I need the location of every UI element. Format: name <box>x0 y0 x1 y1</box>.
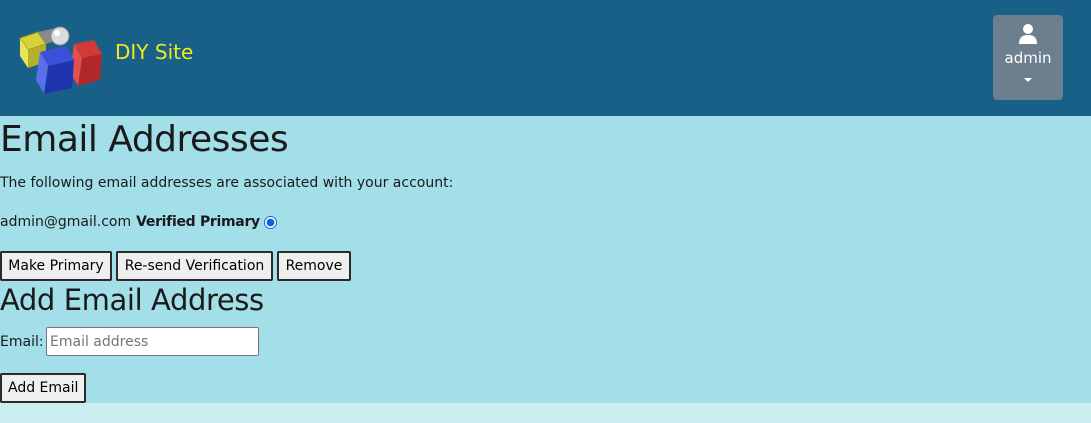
intro-text: The following email addresses are associ… <box>0 175 454 191</box>
page-title: Email Addresses <box>0 119 289 160</box>
navbar: DIY Site admin <box>0 0 1091 116</box>
email-list-item: admin@gmail.com Verified Primary <box>0 213 277 231</box>
user-icon <box>1019 24 1037 44</box>
add-email-button[interactable]: Add Email <box>0 373 86 403</box>
email-field-label: Email: <box>0 334 44 350</box>
email-select-radio[interactable] <box>263 215 277 229</box>
site-name[interactable]: DIY Site <box>115 40 193 64</box>
resend-verification-button[interactable]: Re-send Verification <box>116 251 273 281</box>
user-menu-button[interactable]: admin <box>993 15 1063 100</box>
cubes-logo-icon[interactable] <box>16 24 106 96</box>
make-primary-button[interactable]: Make Primary <box>0 251 112 281</box>
add-email-heading: Add Email Address <box>0 283 264 317</box>
email-input[interactable] <box>46 327 259 356</box>
caret-down-icon <box>1024 78 1032 82</box>
remove-button[interactable]: Remove <box>277 251 351 281</box>
user-menu-label: admin <box>1004 49 1052 67</box>
email-address: admin@gmail.com <box>0 214 132 230</box>
email-status-label: Verified Primary <box>136 214 260 230</box>
